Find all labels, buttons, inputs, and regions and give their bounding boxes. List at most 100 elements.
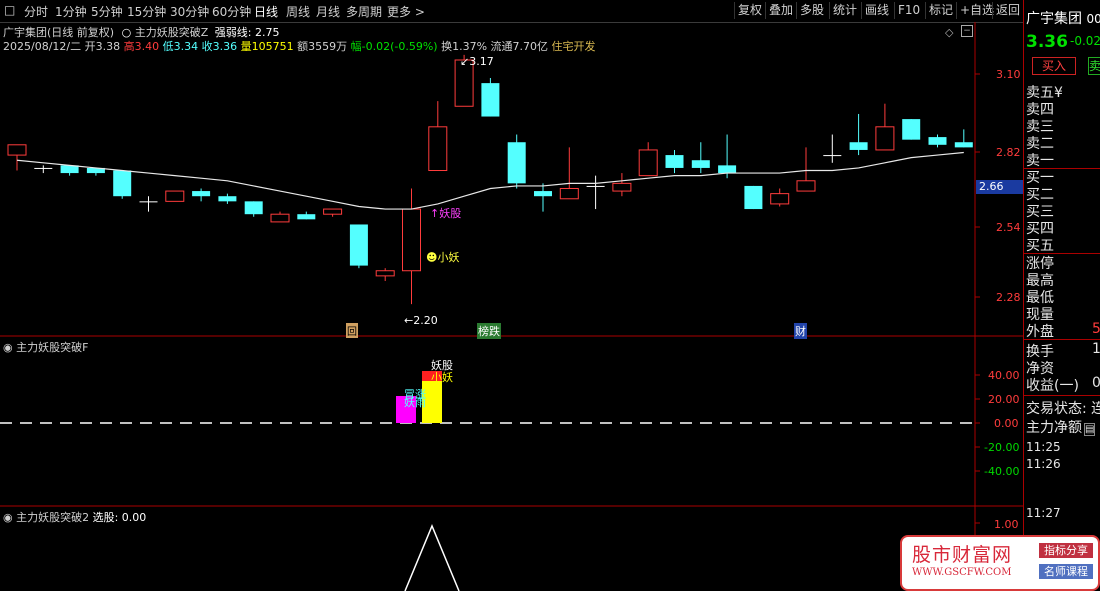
y-axis-label: 2.28 bbox=[996, 291, 1021, 304]
candle-body bbox=[297, 214, 316, 220]
watermark-logo: 股市财富网 WWW.GSCFW.COM 指标分享 名师课程 bbox=[900, 535, 1100, 591]
tab-daily[interactable]: 日线 bbox=[254, 3, 278, 20]
tab-multi-period[interactable]: 多周期 bbox=[346, 3, 382, 20]
divider bbox=[1024, 395, 1100, 396]
toolbar-checkbox[interactable]: □ bbox=[4, 3, 15, 17]
net-amount-label: 主力净额 ▤ bbox=[1026, 420, 1096, 436]
candle-body bbox=[849, 142, 868, 150]
mark-button[interactable]: 标记 bbox=[925, 2, 956, 19]
candle-body bbox=[612, 182, 632, 192]
low-mark-label: ←2.20 bbox=[404, 314, 438, 327]
sub1-y-label: -20.00 bbox=[984, 441, 1020, 454]
tab-more[interactable]: 更多 > bbox=[387, 3, 425, 20]
candle-body bbox=[928, 137, 947, 145]
candle-body bbox=[270, 213, 290, 223]
ma-line bbox=[16, 151, 964, 210]
candle-body bbox=[744, 185, 763, 210]
candle-body bbox=[534, 191, 552, 197]
candle-body bbox=[428, 126, 448, 172]
sub1-y-label: 20.00 bbox=[988, 393, 1020, 406]
stat-earnings: 收益(一) bbox=[1026, 378, 1079, 394]
sub1-y-label: 0.00 bbox=[994, 417, 1019, 430]
candle-body bbox=[507, 142, 526, 184]
trade-status: 交易状态: 连 bbox=[1026, 401, 1100, 417]
add-favorite-button[interactable]: +自选 bbox=[956, 2, 997, 19]
smiley-icon: ☻ bbox=[426, 251, 438, 264]
current-price-tag: 2.66 bbox=[976, 180, 1025, 194]
tick-time: 11:25 bbox=[1026, 440, 1061, 454]
candle-body bbox=[665, 155, 684, 168]
sub2-title[interactable]: 主力妖股突破2 bbox=[16, 511, 89, 524]
high-mark-label: ↙3.17 bbox=[460, 55, 494, 68]
collapse-arrow-icon[interactable]: ◉ bbox=[3, 511, 13, 524]
event-tag-bangdie[interactable]: 榜跌 bbox=[477, 323, 501, 339]
yao-gu-marker: ↑妖股 bbox=[430, 207, 462, 220]
sub2-value: 选股: 0.00 bbox=[92, 511, 147, 524]
candle-body bbox=[349, 224, 368, 266]
sub1-y-ticks bbox=[975, 374, 980, 472]
bar-label-left2: 妖雨 bbox=[404, 396, 426, 409]
stat-outside: 外盘 bbox=[1026, 324, 1054, 340]
event-tag-cai[interactable]: 财 bbox=[794, 323, 807, 339]
buy-button[interactable]: 买入 bbox=[1032, 57, 1076, 75]
candle-body bbox=[375, 270, 395, 277]
candle-body bbox=[691, 160, 710, 168]
candle-body bbox=[718, 165, 737, 174]
candle-body bbox=[638, 149, 658, 177]
tab-weekly[interactable]: 周线 bbox=[286, 3, 310, 20]
watermark-title: 股市财富网 bbox=[912, 544, 1013, 566]
tab-5min[interactable]: 5分钟 bbox=[91, 3, 123, 20]
stats-button[interactable]: 统计 bbox=[829, 2, 860, 19]
sub1-header: ◉ 主力妖股突破F bbox=[3, 339, 88, 355]
sub1-title[interactable]: 主力妖股突破F bbox=[16, 341, 88, 354]
candle-body bbox=[165, 190, 185, 202]
turnover-value: 1 bbox=[1092, 341, 1100, 357]
candle-body bbox=[34, 167, 53, 169]
multi-stock-button[interactable]: 多股 bbox=[796, 2, 827, 19]
fuquan-button[interactable]: 复权 bbox=[734, 2, 765, 19]
collapse-arrow-icon[interactable]: ◉ bbox=[3, 341, 13, 354]
grid-icon[interactable]: ▤ bbox=[1084, 423, 1096, 436]
candle-body bbox=[113, 170, 132, 197]
candle-body bbox=[218, 196, 237, 202]
sub1-y-label: -40.00 bbox=[984, 465, 1020, 478]
candle-body bbox=[823, 155, 842, 157]
quote-panel: 广宇集团 00 3.36 -0.02 买入 卖 卖五¥ 卖四 卖三 卖二 卖一 … bbox=[1023, 0, 1100, 591]
overlay-button[interactable]: 叠加 bbox=[765, 2, 796, 19]
candle-body bbox=[875, 126, 895, 151]
tab-30min[interactable]: 30分钟 bbox=[170, 3, 209, 20]
y-axis-label: 2.82 bbox=[996, 146, 1021, 159]
last-price: 3.36 bbox=[1026, 32, 1068, 52]
candle-body bbox=[402, 208, 421, 272]
xiao-yao-marker: ☻小妖 bbox=[426, 251, 460, 264]
bid-5: 买五 bbox=[1026, 238, 1054, 254]
tab-15min[interactable]: 15分钟 bbox=[127, 3, 166, 20]
sub1-y-label: 40.00 bbox=[988, 369, 1020, 382]
watermark-url: WWW.GSCFW.COM bbox=[912, 567, 1012, 578]
draw-line-button[interactable]: 画线 bbox=[861, 2, 892, 19]
tick-time: 11:26 bbox=[1026, 457, 1061, 471]
period-toolbar: □ 分时 1分钟 5分钟 15分钟 30分钟 60分钟 日线 周线 月线 多周期… bbox=[0, 0, 1100, 23]
stock-name: 广宇集团 00 bbox=[1026, 11, 1100, 27]
candle-body bbox=[770, 193, 790, 205]
candle-body bbox=[796, 180, 816, 192]
candle-body bbox=[323, 208, 343, 215]
watermark-badge-course: 名师课程 bbox=[1039, 564, 1093, 579]
chart-svg bbox=[0, 22, 1023, 591]
tab-monthly[interactable]: 月线 bbox=[316, 3, 340, 20]
event-tag-hui[interactable]: 回 bbox=[346, 323, 358, 338]
tab-fenshi[interactable]: 分时 bbox=[24, 3, 48, 20]
back-button[interactable]: 返回 bbox=[992, 2, 1023, 19]
f10-button[interactable]: F10 bbox=[894, 2, 923, 19]
candle-body bbox=[586, 185, 605, 187]
sell-button[interactable]: 卖 bbox=[1088, 57, 1100, 75]
tab-1min[interactable]: 1分钟 bbox=[55, 3, 87, 20]
outside-value: 5 bbox=[1092, 321, 1100, 337]
candle-body bbox=[7, 144, 27, 156]
tab-60min[interactable]: 60分钟 bbox=[212, 3, 251, 20]
bar-label-mid: 小妖 bbox=[431, 371, 453, 384]
price-change: -0.02 bbox=[1070, 34, 1100, 48]
candle-body bbox=[559, 187, 579, 200]
earnings-value: 0 bbox=[1092, 375, 1100, 391]
tick-time: 11:27 bbox=[1026, 506, 1061, 520]
